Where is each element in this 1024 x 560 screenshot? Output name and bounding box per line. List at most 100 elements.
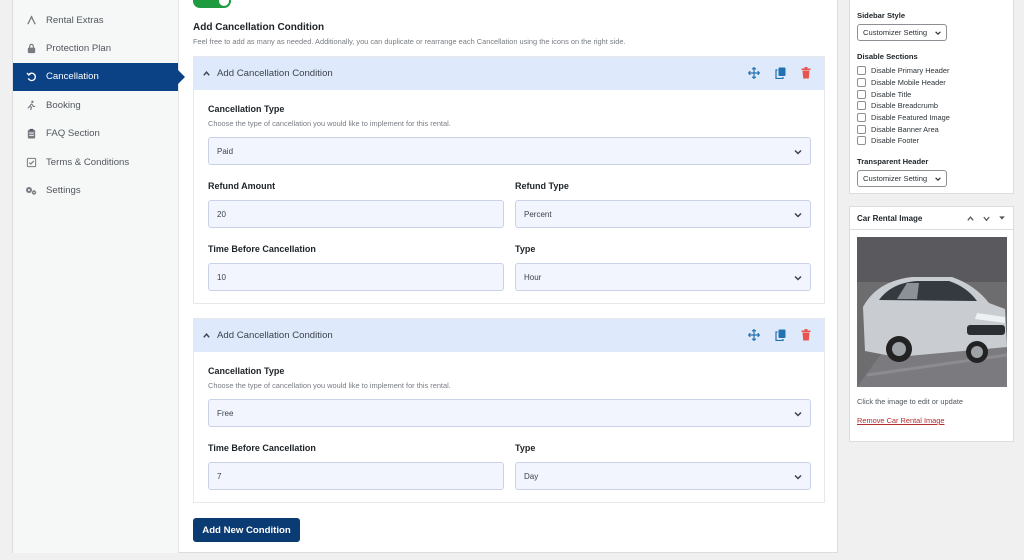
input-value: 10: [217, 272, 226, 282]
cancellation-type-desc: Choose the type of cancellation you woul…: [208, 119, 451, 128]
condition-header[interactable]: Add Cancellation Condition: [194, 57, 824, 90]
settings-tab-nav: Rental Extras Protection Plan Cancellati…: [13, 0, 185, 553]
refund-amount-input[interactable]: 20: [208, 200, 504, 228]
car-rental-image-box: Car Rental Image Click the image to edit…: [849, 206, 1014, 442]
time-before-cancellation-label: Time Before Cancellation: [208, 443, 316, 453]
tab-faq-section[interactable]: FAQ Section: [13, 120, 178, 148]
cancellation-content: on Add Cancellation Condition Feel free …: [193, 0, 825, 553]
checkbox-disable-primary-header[interactable]: Disable Primary Header: [857, 65, 950, 77]
cancellation-type-label: Cancellation Type: [208, 366, 285, 376]
tab-label: Settings: [46, 185, 81, 197]
condition-title: Add Cancellation Condition: [217, 330, 333, 341]
delete-icon[interactable]: [800, 329, 812, 341]
cancellation-type-select[interactable]: Paid: [208, 137, 811, 165]
time-before-cancellation-input[interactable]: 7: [208, 462, 504, 490]
collapse-caret-icon[interactable]: [997, 213, 1007, 223]
chevron-down-icon: [935, 31, 941, 36]
chevron-down-icon: [794, 149, 802, 155]
rental-extras-icon: [25, 14, 37, 26]
select-value: Free: [217, 408, 234, 418]
duplicate-icon[interactable]: [774, 329, 786, 341]
section-title: Add Cancellation Condition: [193, 22, 325, 33]
select-value: Customizer Setting: [863, 174, 928, 183]
checkbox-disable-breadcrumb[interactable]: Disable Breadcrumb: [857, 100, 950, 112]
condition-header[interactable]: Add Cancellation Condition: [194, 319, 824, 352]
checkbox-label: Disable Breadcrumb: [871, 101, 938, 111]
gears-icon: [25, 185, 37, 197]
chevron-down-icon[interactable]: [981, 213, 991, 223]
section-description: Feel free to add as many as needed. Addi…: [193, 37, 626, 46]
checkbox[interactable]: [857, 101, 866, 111]
remove-car-image-link[interactable]: Remove Car Rental Image: [857, 416, 945, 425]
page: Rental Extras Protection Plan Cancellati…: [0, 0, 1024, 560]
checkbox-disable-footer[interactable]: Disable Footer: [857, 135, 950, 147]
tab-rental-extras[interactable]: Rental Extras: [13, 6, 178, 34]
time-before-cancellation-label: Time Before Cancellation: [208, 244, 316, 254]
checkbox[interactable]: [857, 78, 866, 88]
disable-sections-label: Disable Sections: [857, 52, 918, 61]
undo-icon: [25, 71, 37, 83]
checkbox-label: Disable Featured Image: [871, 113, 950, 123]
input-value: 20: [217, 209, 226, 219]
checklist-icon: [25, 156, 37, 168]
refund-type-select[interactable]: Percent: [515, 200, 811, 228]
tab-cancellation[interactable]: Cancellation: [13, 62, 185, 92]
tab-label: FAQ Section: [46, 128, 100, 140]
image-caption: Click the image to edit or update: [857, 397, 963, 406]
input-value: 7: [217, 471, 222, 481]
select-value: Customizer Setting: [863, 28, 928, 37]
tab-protection-plan[interactable]: Protection Plan: [13, 34, 178, 62]
chevron-up-icon[interactable]: [202, 69, 212, 78]
time-unit-select[interactable]: Hour: [515, 263, 811, 291]
cancellation-type-select[interactable]: Free: [208, 399, 811, 427]
sidebar-style-label: Sidebar Style: [857, 11, 906, 20]
checkbox-disable-banner-area[interactable]: Disable Banner Area: [857, 123, 950, 135]
move-icon[interactable]: [748, 67, 760, 79]
checkbox[interactable]: [857, 113, 866, 123]
refund-type-label: Refund Type: [515, 181, 569, 191]
checkbox-label: Disable Footer: [871, 136, 920, 146]
duplicate-icon[interactable]: [774, 67, 786, 79]
checkbox-label: Disable Title: [871, 89, 912, 99]
lock-icon: [25, 43, 37, 55]
checkbox-disable-featured-image[interactable]: Disable Featured Image: [857, 112, 950, 124]
checkbox-label: Disable Primary Header: [871, 66, 950, 76]
chevron-up-icon[interactable]: [965, 213, 975, 223]
select-value: Hour: [524, 272, 542, 282]
checkbox[interactable]: [857, 66, 866, 76]
transparent-header-label: Transparent Header: [857, 157, 929, 166]
add-new-condition-button[interactable]: Add New Condition: [193, 518, 300, 542]
tab-booking[interactable]: Booking: [13, 91, 178, 119]
layout-options-box: Sidebar Style Customizer Setting Disable…: [849, 0, 1014, 194]
transparent-header-select[interactable]: Customizer Setting: [857, 170, 947, 187]
car-rental-image[interactable]: [857, 237, 1007, 387]
checkbox-disable-mobile-header[interactable]: Disable Mobile Header: [857, 77, 950, 89]
move-icon[interactable]: [748, 329, 760, 341]
select-value: Day: [524, 471, 539, 481]
time-unit-select[interactable]: Day: [515, 462, 811, 490]
checkbox[interactable]: [857, 136, 866, 146]
clipboard-icon: [25, 128, 37, 140]
cancellation-type-desc: Choose the type of cancellation you woul…: [208, 381, 451, 390]
sidebar-style-select[interactable]: Customizer Setting: [857, 24, 947, 41]
time-unit-label: Type: [515, 443, 536, 453]
checkbox-disable-title[interactable]: Disable Title: [857, 88, 950, 100]
checkbox-label: Disable Banner Area: [871, 124, 939, 134]
box-title: Car Rental Image: [857, 213, 923, 223]
tab-terms-conditions[interactable]: Terms & Conditions: [13, 148, 178, 176]
tab-settings[interactable]: Settings: [13, 176, 178, 204]
tab-label: Cancellation: [46, 71, 99, 83]
cancellation-toggle[interactable]: on: [193, 0, 231, 8]
chevron-down-icon: [935, 177, 941, 182]
checkbox[interactable]: [857, 89, 866, 99]
chevron-down-icon: [794, 411, 802, 417]
time-before-cancellation-input[interactable]: 10: [208, 263, 504, 291]
checkbox[interactable]: [857, 124, 866, 134]
car-rental-image-header: Car Rental Image: [850, 207, 1013, 230]
cancellation-type-label: Cancellation Type: [208, 104, 285, 114]
chevron-up-icon[interactable]: [202, 331, 212, 340]
cancellation-condition-2: Add Cancellation Condition Cancellation …: [193, 318, 825, 503]
chevron-down-icon: [794, 474, 802, 480]
delete-icon[interactable]: [800, 67, 812, 79]
select-value: Paid: [217, 146, 234, 156]
